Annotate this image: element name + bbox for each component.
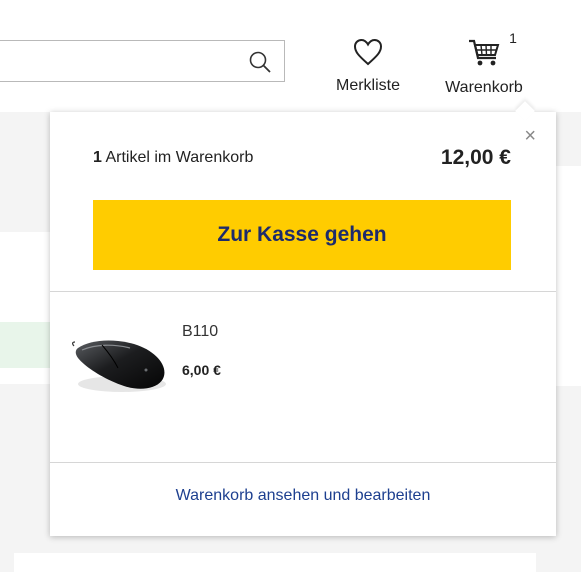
page-background-section — [0, 322, 50, 370]
cart-item-count: 1 — [93, 149, 102, 166]
checkout-button[interactable]: Zur Kasse gehen — [93, 200, 511, 270]
close-icon[interactable]: × — [524, 126, 536, 146]
cart-button[interactable]: Warenkorb — [428, 36, 540, 97]
product-name[interactable]: B110 — [182, 323, 218, 341]
cart-total: 12,00 € — [440, 146, 511, 169]
page-background-section — [556, 166, 581, 386]
cart-count-badge: 1 — [503, 28, 523, 48]
cart-icon — [469, 39, 500, 66]
wishlist-button[interactable]: Merkliste — [318, 38, 418, 95]
cart-label: Warenkorb — [445, 79, 523, 96]
divider — [50, 291, 556, 292]
cart-summary: 1 Artikel im Warenkorb — [93, 149, 253, 167]
minicart-popup: × 1 Artikel im Warenkorb 12,00 € Zur Kas… — [50, 101, 556, 536]
page-background-section — [0, 166, 50, 232]
cart-summary-text: Artikel im Warenkorb — [105, 149, 254, 166]
page-background-section — [0, 232, 50, 322]
product-price: 6,00 € — [182, 362, 221, 378]
page-background-section — [0, 368, 50, 384]
search-input[interactable] — [0, 40, 285, 82]
page-background-card — [14, 553, 536, 572]
search-icon[interactable] — [248, 50, 272, 74]
divider — [50, 462, 556, 463]
heart-icon — [353, 38, 383, 66]
wishlist-label: Merkliste — [335, 77, 400, 94]
view-cart-link[interactable]: Warenkorb ansehen und bearbeiten — [50, 487, 556, 505]
product-image[interactable] — [72, 334, 172, 396]
